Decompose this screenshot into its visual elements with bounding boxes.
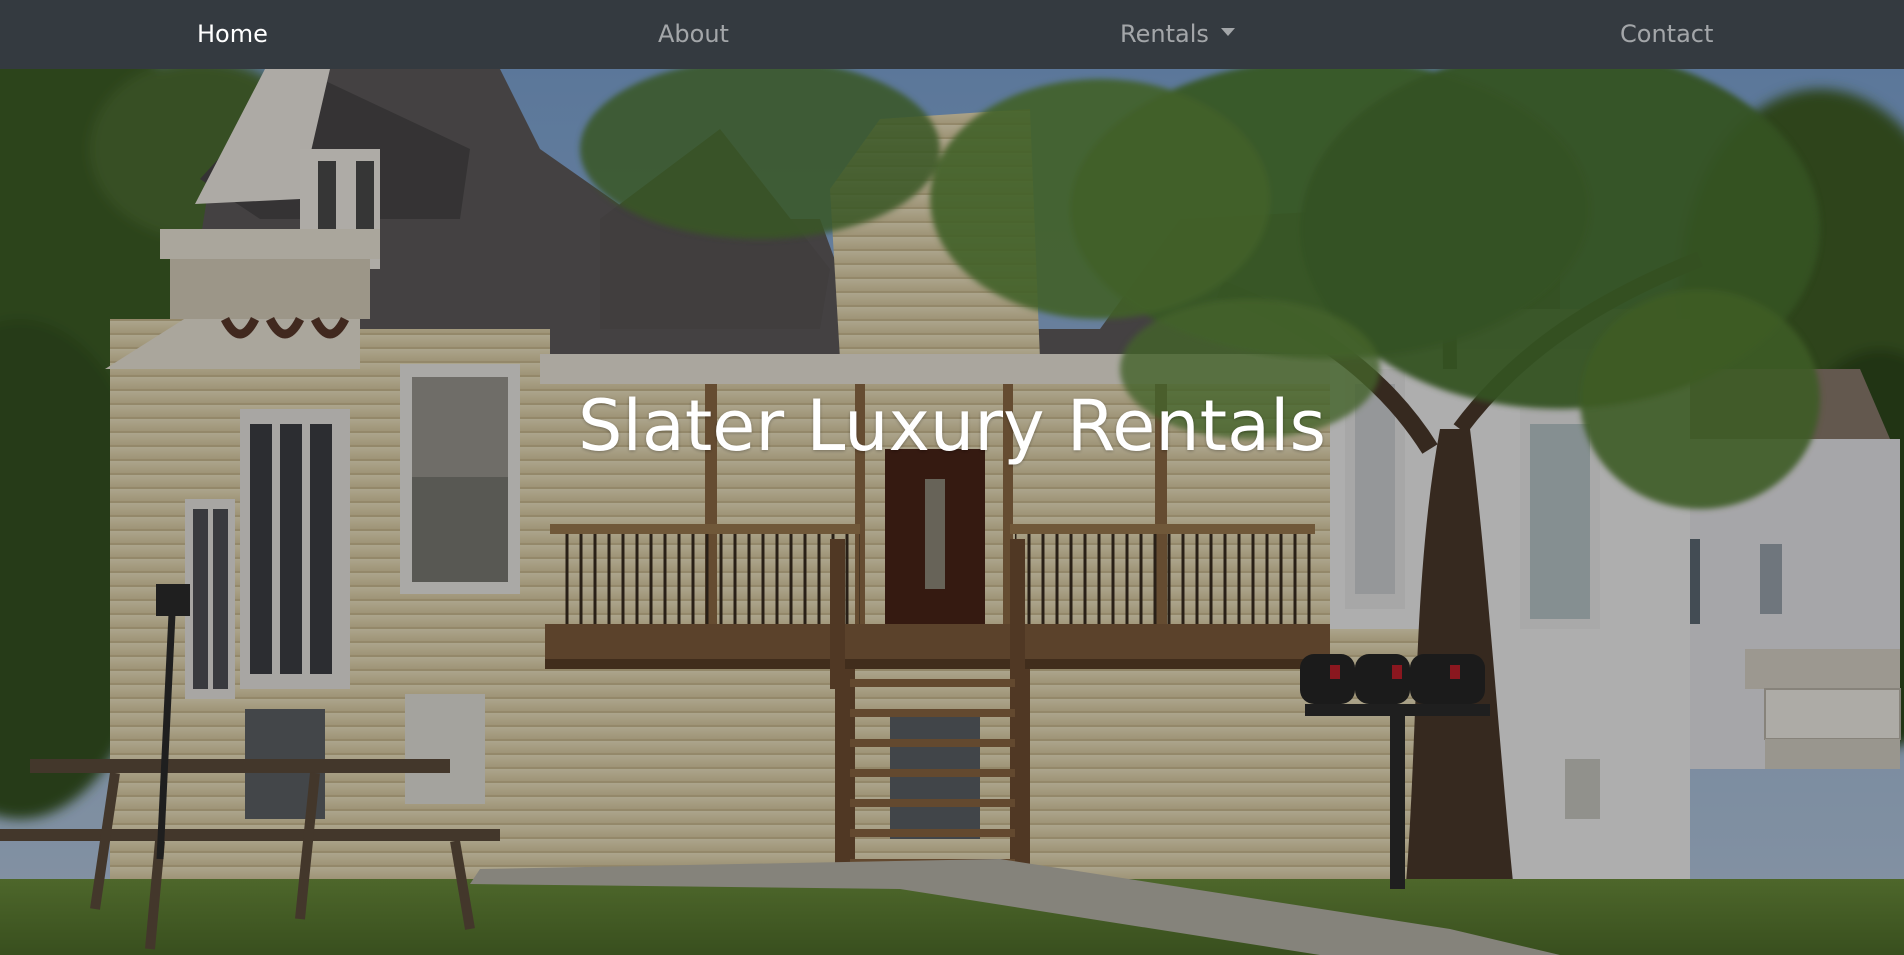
top-navbar: Home About Rentals Contact (0, 0, 1904, 69)
hero-title: Slater Luxury Rentals (578, 385, 1326, 467)
nav-home-link[interactable]: Home (197, 0, 268, 69)
nav-rentals-dropdown[interactable]: Rentals (1120, 0, 1235, 69)
hero-dark-overlay (0, 69, 1904, 955)
hero-section: Slater Luxury Rentals (0, 69, 1904, 955)
nav-contact-link[interactable]: Contact (1620, 0, 1713, 69)
nav-about-link[interactable]: About (658, 0, 729, 69)
chevron-down-icon (1220, 28, 1235, 36)
nav-rentals-label: Rentals (1120, 20, 1209, 48)
